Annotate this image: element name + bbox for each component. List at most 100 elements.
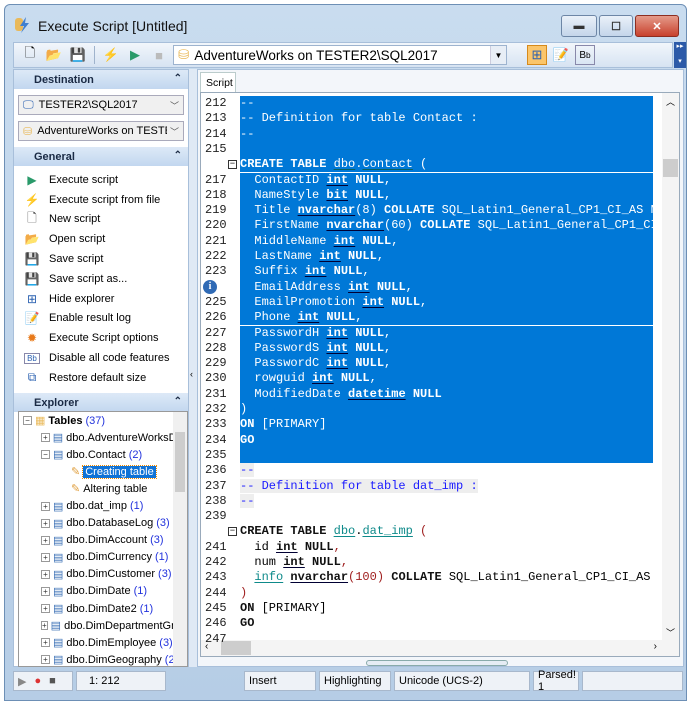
tree-item[interactable]: + ▤ dbo.dat_imp (1) xyxy=(19,497,187,514)
tree-item[interactable]: + ▤ dbo.DimCustomer (3) xyxy=(19,566,187,583)
code-token: int xyxy=(326,356,349,371)
expand-toggle[interactable]: + xyxy=(41,621,48,631)
code-text: -- Definition for table dat_imp : xyxy=(240,478,653,494)
code-token: COLLATE xyxy=(420,218,478,233)
tree-scrollbar[interactable] xyxy=(173,412,187,666)
close-button[interactable]: ✕ xyxy=(635,15,679,37)
explorer-header[interactable]: Explorer ⌃ xyxy=(14,393,188,412)
tree-item[interactable]: ✎ Altering table xyxy=(19,480,187,497)
resize-grip[interactable] xyxy=(582,671,683,691)
general-item[interactable]: ▶ Execute script xyxy=(24,170,188,190)
save-icon[interactable]: 💾 xyxy=(68,45,88,65)
line-number: 220 xyxy=(205,218,227,233)
expand-toggle[interactable]: + xyxy=(41,501,50,511)
tree-item[interactable]: + ▤ dbo.DimAccount (3) xyxy=(19,532,187,549)
info-icon[interactable]: i xyxy=(203,279,217,294)
sql-editor[interactable]: ︿ ﹀ ‹ › 212 -- 213 -- Definition for table C… xyxy=(200,92,680,657)
tree-item[interactable]: + ▤ dbo.DimCurrency (1) xyxy=(19,549,187,566)
code-token: FirstName xyxy=(240,218,327,233)
tab-script[interactable]: Script xyxy=(200,72,236,92)
status-bar: ▶ ● ■ 1: 212 Insert Highlighting Unicode (… xyxy=(13,669,683,693)
play-icon[interactable]: ▶ xyxy=(125,45,145,65)
tree-item[interactable]: + ▤ dbo.DimDepartmentGroup xyxy=(19,617,187,634)
database-select-left[interactable]: ⛁ AdventureWorks on TESTER2\SQL2017﹀ xyxy=(18,121,184,141)
code-token: (60) xyxy=(384,218,421,233)
code-text: -- Definition for table Contact : xyxy=(240,111,653,127)
code-token: ) xyxy=(240,585,248,600)
line-number: 222 xyxy=(205,249,227,263)
general-item[interactable]: 💾 Save script xyxy=(24,249,188,269)
expand-toggle[interactable]: + xyxy=(41,535,50,545)
lightning-icon[interactable]: ⚡ xyxy=(101,45,121,65)
fold-toggle-icon[interactable]: − xyxy=(228,527,237,537)
general-item[interactable]: 💾 Save script as... xyxy=(24,269,188,289)
general-item[interactable]: 🗋 New script xyxy=(24,210,188,230)
open-folder-icon[interactable]: 📂 xyxy=(44,45,64,65)
expand-toggle[interactable]: + xyxy=(41,552,50,562)
expand-toggle[interactable]: + xyxy=(41,655,50,665)
new-document-icon[interactable]: 🗋 xyxy=(20,45,40,65)
stop-icon[interactable]: ■ xyxy=(49,675,56,687)
tree-icon[interactable]: ⊞ xyxy=(527,45,547,65)
expand-toggle[interactable]: + xyxy=(41,518,50,528)
code-token: , xyxy=(355,310,363,325)
code-line: 213 -- Definition for table Contact : xyxy=(201,111,679,127)
dropdown-arrow-icon[interactable]: ▼ xyxy=(490,46,506,64)
code-token: , xyxy=(333,539,341,554)
code-token: NULL xyxy=(405,386,442,401)
destination-header[interactable]: Destination ⌃ xyxy=(14,70,188,89)
toolbar-overflow-button[interactable]: ▸▸ ▾ xyxy=(674,42,686,68)
expand-toggle[interactable]: + xyxy=(41,604,50,614)
general-item[interactable]: 📂 Open script xyxy=(24,229,188,249)
expand-toggle[interactable]: + xyxy=(41,569,50,579)
tree-item[interactable]: + ▤ dbo.DimDate (1) xyxy=(19,583,187,600)
tree-root-tables[interactable]: − ▦ Tables (37) xyxy=(19,412,187,429)
collapse-icon[interactable]: ⌃ xyxy=(174,73,182,84)
collapse-left-icon[interactable]: ‹ xyxy=(190,369,193,379)
code-token: int xyxy=(326,172,349,187)
general-item[interactable]: Bb Disable all code features xyxy=(24,348,188,368)
general-item[interactable]: ⚡ Execute script from file xyxy=(24,190,188,210)
tree-item[interactable]: + ▤ dbo.DimDate2 (1) xyxy=(19,600,187,617)
collapse-icon[interactable]: ⌃ xyxy=(174,150,182,161)
code-token: nvarchar xyxy=(290,570,349,585)
results-splitter-handle[interactable] xyxy=(366,660,508,666)
database-select[interactable]: ⛁ AdventureWorks on TESTER2\SQL2017 ▼ xyxy=(173,45,507,65)
code-token: NULL xyxy=(348,325,385,340)
stop-icon[interactable]: ■ xyxy=(149,45,169,65)
code-token: ON xyxy=(240,417,262,432)
scrollbar-thumb[interactable] xyxy=(175,432,185,492)
panel-splitter[interactable]: ‹ xyxy=(189,69,197,667)
expand-toggle[interactable]: − xyxy=(41,450,50,460)
table-icon: ▤ xyxy=(53,603,64,616)
expand-toggle[interactable]: + xyxy=(41,638,50,648)
server-select[interactable]: 🖵 TESTER2\SQL2017 ﹀ xyxy=(18,95,184,115)
play-icon[interactable]: ▶ xyxy=(18,675,26,688)
general-item[interactable]: ✹ Execute Script options xyxy=(24,328,188,348)
code-line: 237 -- Definition for table dat_imp : xyxy=(201,478,679,494)
collapse-toggle[interactable]: − xyxy=(23,416,32,426)
tree-item[interactable]: + ▤ dbo.DimEmployee (3) xyxy=(19,634,187,651)
log-icon[interactable]: 📝 xyxy=(551,45,571,65)
expand-toggle[interactable]: + xyxy=(41,586,50,596)
minimize-button[interactable]: ▬ xyxy=(561,15,597,37)
general-item[interactable]: ⧉ Restore default size xyxy=(24,368,188,388)
general-item[interactable]: ⊞ Hide explorer xyxy=(24,289,188,309)
general-item[interactable]: 📝 Enable result log xyxy=(24,309,188,329)
code-line: 239 xyxy=(201,509,679,524)
maximize-button[interactable]: ☐ xyxy=(599,15,633,37)
code-features-icon[interactable]: Bb xyxy=(575,45,595,65)
tree-item[interactable]: + ▤ dbo.AdventureWorksDW xyxy=(19,429,187,446)
fold-toggle-icon[interactable]: − xyxy=(228,160,237,170)
code-text: CREATE TABLE dbo.dat_imp ( xyxy=(240,524,653,539)
tree-item[interactable]: − ▤ dbo.Contact (2) xyxy=(19,446,187,463)
tree-item[interactable]: + ▤ dbo.DatabaseLog (3) xyxy=(19,515,187,532)
record-icon[interactable]: ● xyxy=(34,675,41,687)
collapse-icon[interactable]: ⌃ xyxy=(174,396,182,407)
code-line: − CREATE TABLE dbo.Contact ( xyxy=(201,157,679,173)
tree-item[interactable]: + ▤ dbo.DimGeography (2) xyxy=(19,651,187,666)
general-header[interactable]: General ⌃ xyxy=(14,147,188,166)
tree-item[interactable]: ✎ Creating table xyxy=(19,463,187,480)
expand-toggle[interactable]: + xyxy=(41,433,50,443)
